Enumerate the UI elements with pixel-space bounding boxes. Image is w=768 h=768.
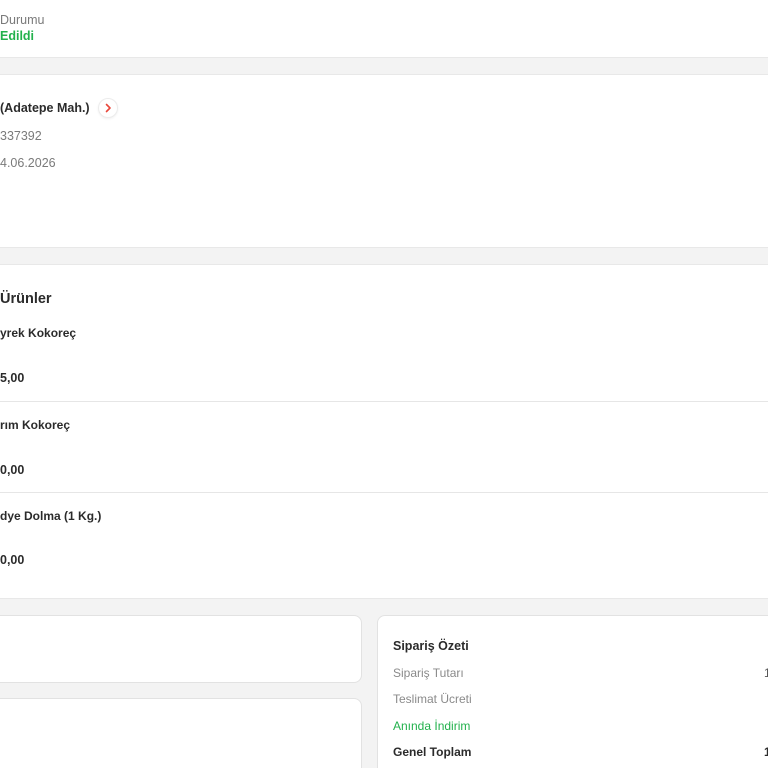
product-name: yrek Kokoreç xyxy=(0,326,77,340)
product-divider xyxy=(0,492,768,493)
order-status-label: Durumu xyxy=(0,13,45,27)
product-price: 0,00 xyxy=(0,553,25,567)
restaurant-name[interactable]: (Adatepe Mah.) xyxy=(0,101,90,115)
product-divider xyxy=(0,401,768,402)
product-price: 5,00 xyxy=(0,371,25,385)
summary-total-value: 1 xyxy=(764,745,768,759)
restaurant-link-button[interactable] xyxy=(98,98,118,118)
order-status-value: Edildi xyxy=(0,29,35,43)
product-name: rım Kokoreç xyxy=(0,418,71,432)
info-box-top xyxy=(0,615,362,683)
order-detail-page: Durumu Edildi (Adatepe Mah.) 337392 4.06… xyxy=(0,0,768,768)
products-title: Ürünler xyxy=(0,291,52,307)
order-status-card xyxy=(0,0,768,58)
products-card xyxy=(0,264,768,599)
info-box-bottom xyxy=(0,698,362,768)
summary-row-value: 1 xyxy=(764,666,768,680)
summary-row-label: Anında İndirim xyxy=(393,719,471,733)
summary-total-label: Genel Toplam xyxy=(393,745,472,759)
summary-row-label: Teslimat Ücreti xyxy=(393,692,472,706)
order-date: 4.06.2026 xyxy=(0,156,56,170)
product-price: 0,00 xyxy=(0,463,25,477)
chevron-right-icon xyxy=(105,103,111,113)
order-summary-title: Sipariş Özeti xyxy=(393,639,469,653)
order-number: 337392 xyxy=(0,129,42,143)
product-name: dye Dolma (1 Kg.) xyxy=(0,509,102,523)
summary-row-label: Sipariş Tutarı xyxy=(393,666,464,680)
